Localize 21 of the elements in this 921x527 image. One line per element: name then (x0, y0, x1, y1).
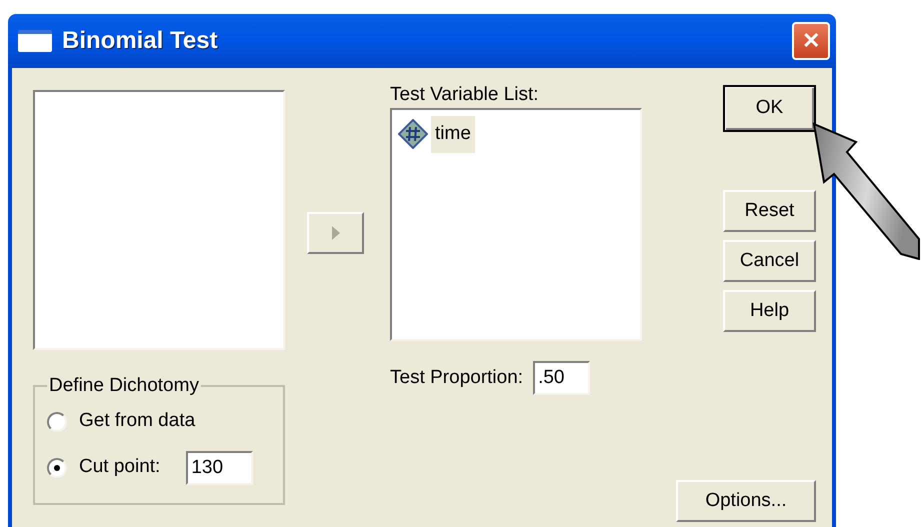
proportion-field[interactable]: .50 (533, 361, 590, 395)
group-title: Define Dichotomy (48, 374, 200, 398)
window-title: Binomial Test (62, 26, 219, 56)
test-variable-list[interactable]: time (390, 108, 642, 341)
close-button[interactable]: ✕ (792, 22, 830, 60)
window-icon (18, 30, 52, 52)
dialog-button[interactable]: Help (723, 290, 816, 332)
list-item[interactable]: time (431, 116, 475, 152)
right-triangle-icon (330, 225, 340, 241)
field-label: Test Proportion: (390, 366, 524, 390)
radio-label: Get from data (79, 409, 196, 434)
radio-label: Cut point: (79, 455, 160, 480)
options-button[interactable]: Options... (676, 480, 816, 522)
dialog-button[interactable]: OK (723, 85, 816, 132)
radio-button[interactable] (47, 458, 67, 478)
dialog-button[interactable]: Reset (723, 190, 816, 232)
cut-point-field[interactable]: 130 (186, 450, 254, 484)
list-label: Test Variable List: (390, 83, 540, 107)
radio-button[interactable] (47, 412, 67, 432)
numeric-variable-icon (398, 119, 428, 150)
dialog-button[interactable]: Cancel (723, 240, 816, 282)
